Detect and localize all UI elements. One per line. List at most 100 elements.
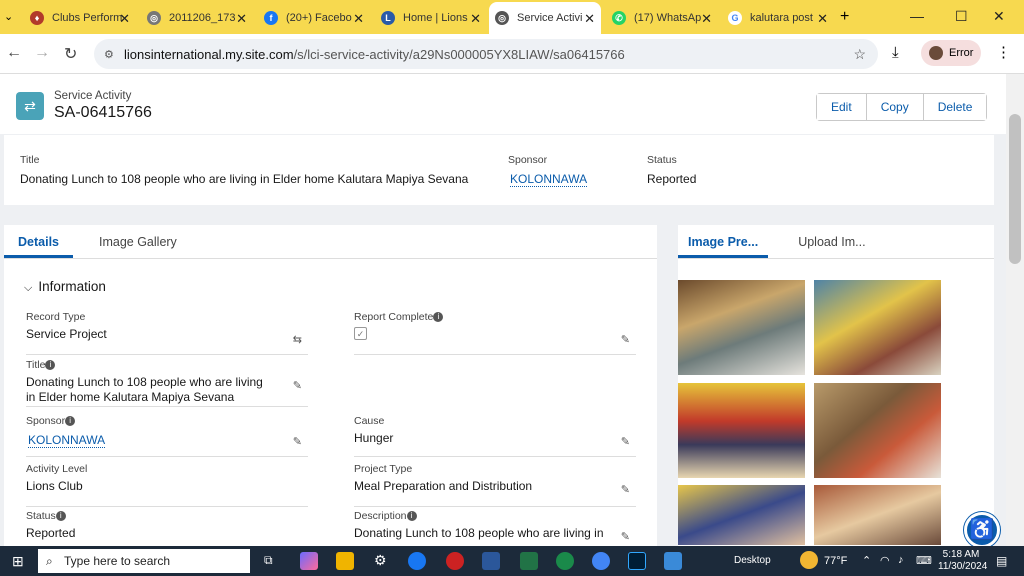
windows-start-icon[interactable]: ⊞ [12,553,24,570]
photoshop-icon[interactable] [628,552,646,570]
object-label: Service Activity [54,90,132,102]
clock[interactable]: 5:18 AM 11/30/2024 [938,549,987,573]
lions-favicon-icon: ♦ [30,11,44,25]
close-window-icon[interactable]: ✕ [993,8,1005,25]
bookmark-star-icon[interactable]: ☆ [853,46,866,63]
photo-thumbnail[interactable] [678,485,805,545]
site-info-icon[interactable]: ⚙ [104,48,114,61]
tab-clubs-performance[interactable]: ♦ Clubs Perform ✕ [24,4,136,32]
photo-thumbnail[interactable] [814,280,941,375]
change-record-type-icon[interactable]: ⇆ [293,333,302,346]
close-tab-icon[interactable]: ✕ [584,11,595,27]
edit-pencil-icon[interactable]: ✎ [621,483,630,496]
highlight-status: Status Reported [647,154,697,186]
download-icon[interactable]: ⤓ [892,44,899,61]
avatar [929,46,943,60]
close-tab-icon[interactable]: ✕ [353,11,364,27]
highlight-title: Title Donating Lunch to 108 people who a… [20,154,469,186]
file-explorer-icon[interactable] [336,552,354,570]
tab-image-preview[interactable]: Image Pre... [678,225,769,258]
tab-home-lions[interactable]: L Home | Lions ✕ [375,4,487,32]
forward-arrow-icon[interactable]: → [34,44,50,62]
new-tab-button[interactable]: + [840,8,849,26]
weather-temp[interactable]: 77°F [824,555,847,567]
scrollbar[interactable] [1006,74,1024,546]
app-icon[interactable] [446,552,464,570]
record-type-field: Record Type Service Project ⇆ [26,311,308,355]
speaker-icon[interactable]: ♪ [898,554,904,566]
profile-error-button[interactable]: Error [921,40,981,66]
sponsor-link[interactable]: KOLONNAWA [510,172,588,187]
photo-thumbnail[interactable] [678,280,805,375]
tab-upload-image[interactable]: Upload Im... [788,225,875,258]
edit-pencil-icon[interactable]: ✎ [621,333,630,346]
task-view-icon[interactable]: ⧉ [264,553,273,568]
excel-icon[interactable] [520,552,538,570]
globe-icon: ◎ [147,11,161,25]
report-complete-checkbox: ✓ [354,327,367,340]
tab-service-activity[interactable]: ◎ Service Activi ✕ [489,2,601,34]
edit-pencil-icon[interactable]: ✎ [621,530,630,543]
chrome-icon[interactable] [592,552,610,570]
taskbar-search-box[interactable]: ⌕ Type here to search [38,549,250,573]
edit-pencil-icon[interactable]: ✎ [293,379,302,392]
photo-thumbnail[interactable] [814,485,941,545]
notification-icon[interactable]: ▤ [996,554,1007,568]
wifi-icon[interactable]: ◠ [880,554,890,567]
google-icon: G [728,11,742,25]
menu-kebab-icon[interactable]: ⋮ [996,43,1011,61]
close-tab-icon[interactable]: ✕ [119,11,130,27]
reload-icon[interactable]: ↻ [64,44,77,64]
photos-icon[interactable] [664,552,682,570]
project-type-field: Project Type Meal Preparation and Distri… [354,463,636,507]
record-header: ⇄ Service Activity SA-06415766 Edit Copy… [0,74,1006,134]
desktop-toolbar-label[interactable]: Desktop [734,555,771,566]
tab-facebook[interactable]: f (20+) Facebo ✕ [258,4,370,32]
tab-2011206[interactable]: ◎ 2011206_173 ✕ [141,4,253,32]
settings-gear-icon[interactable]: ⚙ [374,552,387,569]
edit-pencil-icon[interactable]: ✎ [621,435,630,448]
close-tab-icon[interactable]: ✕ [470,11,481,27]
tab-details[interactable]: Details [4,225,73,258]
weather-icon[interactable] [800,551,818,569]
edit-pencil-icon[interactable]: ✎ [293,435,302,448]
tray-chevron-icon[interactable]: ⌃ [862,554,871,567]
back-arrow-icon[interactable]: ← [6,44,22,62]
copy-button[interactable]: Copy [866,94,924,120]
close-tab-icon[interactable]: ✕ [701,11,712,27]
facebook-app-icon[interactable] [408,552,426,570]
close-tab-icon[interactable]: ✕ [817,11,828,27]
title-field: Title i Donating Lunch to 108 people who … [26,359,308,407]
edit-button[interactable]: Edit [817,94,867,120]
record-name: SA-06415766 [54,104,152,121]
information-section-toggle[interactable]: ⌵ Information [24,279,106,295]
photo-thumbnail[interactable] [814,383,941,478]
maximize-icon[interactable]: ☐ [955,8,968,25]
globe-icon: ◎ [495,11,509,25]
tab-kalutara-post[interactable]: G kalutara post ✕ [722,4,834,32]
info-icon: i [55,511,66,522]
delete-button[interactable]: Delete [923,94,987,120]
tab-search-icon[interactable]: ⌄ [4,10,13,23]
copilot-icon[interactable] [300,552,318,570]
keyboard-icon[interactable]: ⌨ [916,554,932,567]
details-card: Details Image Gallery ⌵ Information Recor… [4,225,657,546]
windows-taskbar: ⊞ ⌕ Type here to search ⧉ ⚙ Desktop 77°F… [0,546,1024,576]
url-bar[interactable]: ⚙ lionsinternational.my.site.com/s/lci-s… [94,39,878,69]
sponsor-field-link[interactable]: KOLONNAWA [28,433,106,448]
status-field: Status i Reported [26,510,76,540]
description-field: Description i Donating Lunch to 108 peopl… [354,510,630,543]
close-tab-icon[interactable]: ✕ [236,11,247,27]
photo-thumbnail[interactable] [678,383,805,478]
browser-tab-strip: ⌄ ♦ Clubs Perform ✕ ◎ 2011206_173 ✕ f (2… [0,0,1024,34]
word-icon[interactable] [482,552,500,570]
minimize-icon[interactable]: — [910,8,924,24]
info-icon: i [45,360,56,371]
report-complete-field: Report Complete i ✓ ✎ [354,311,636,355]
app-icon[interactable] [556,552,574,570]
page-content: ⇄ Service Activity SA-06415766 Edit Copy… [0,74,1006,546]
tab-whatsapp[interactable]: ✆ (17) WhatsAp ✕ [606,4,718,32]
cause-field: Cause Hunger ✎ [354,415,636,457]
accessibility-icon[interactable]: ♿ [964,512,1000,546]
tab-image-gallery[interactable]: Image Gallery [85,225,191,258]
